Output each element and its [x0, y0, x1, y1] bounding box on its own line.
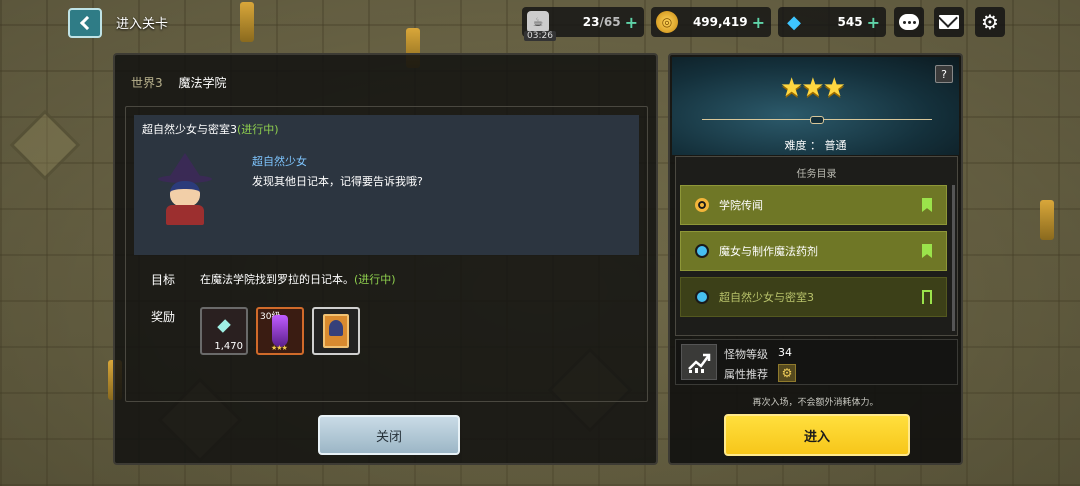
bookmark-outline-icon	[922, 290, 932, 304]
reward-item-weapon[interactable]: 30级 ★★★	[256, 307, 304, 355]
mission-scrollbar[interactable]	[952, 185, 955, 331]
mail-button[interactable]	[934, 7, 964, 37]
mission-list-title: 任务目录	[796, 169, 837, 180]
attribute-gear-icon[interactable]: ⚙	[778, 364, 796, 382]
help-button[interactable]: ?	[935, 65, 953, 83]
bookmark-icon	[922, 198, 932, 212]
weapon-icon	[272, 315, 288, 347]
page-title: 进入关卡	[116, 17, 169, 32]
bookmark-icon	[922, 244, 932, 258]
stamina-counter: ☕ 23/65 + 03:26	[522, 7, 644, 41]
reward-item-crystal[interactable]: 1,470	[200, 307, 248, 355]
add-gold-button[interactable]: +	[752, 13, 765, 32]
gold-value: 499,419	[692, 15, 748, 29]
quest-detail-box: 超自然少女与密室3(进行中) 超自然少女 发现其他日记本，记得要告诉我哦? 目标…	[125, 106, 648, 402]
chat-bubble-icon	[899, 14, 919, 30]
mission-label: 超自然少女与密室3	[719, 291, 814, 304]
target-icon	[695, 198, 709, 212]
add-stamina-button[interactable]: +	[625, 13, 638, 32]
monster-level-label: 怪物等级	[724, 348, 768, 361]
mission-item[interactable]: 学院传闻	[680, 185, 947, 225]
back-button[interactable]	[68, 8, 102, 38]
ornament-divider	[702, 116, 932, 124]
reward-list: 1,470 30级 ★★★	[200, 307, 360, 355]
reward-count: 1,470	[214, 341, 243, 352]
character-card-icon	[323, 314, 349, 348]
gem-counter: ◆ 545 +	[778, 7, 886, 37]
chat-button[interactable]	[894, 7, 924, 37]
chevron-left-icon	[79, 15, 95, 31]
coffee-cup-icon: ☕	[527, 11, 549, 33]
stamina-value: 23	[582, 15, 600, 29]
stage-entry-panel: ? ★★★ 难度 ： 普通 任务目录 学院传闻 魔女与制作魔法药剂 超自然少女与…	[668, 53, 963, 465]
quest-dialogue-strip: 超自然少女与密室3(进行中) 超自然少女 发现其他日记本，记得要告诉我哦?	[134, 115, 639, 255]
stage-rating-stars: ★★★	[780, 73, 846, 103]
dialogue-line: 发现其他日记本，记得要告诉我哦?	[252, 175, 423, 188]
mission-label: 学院传闻	[719, 199, 763, 212]
stamina-timer: 03:26	[524, 31, 556, 41]
settings-button[interactable]: ⚙	[975, 7, 1005, 37]
attribute-label: 属性推荐	[724, 368, 768, 381]
mission-item[interactable]: 魔女与制作魔法药剂	[680, 231, 947, 271]
quest-status: (进行中)	[237, 123, 279, 136]
crystal-icon	[217, 319, 231, 333]
gem-value: 545	[837, 15, 863, 29]
monster-level-value: 34	[778, 346, 792, 359]
stage-name: 魔法学院	[178, 76, 227, 90]
speaker-name: 超自然少女	[252, 155, 307, 168]
world-label: 世界3	[131, 76, 163, 90]
goal-description: 在魔法学院找到罗拉的日记本。	[200, 273, 354, 286]
diamond-icon: ◆	[787, 11, 801, 33]
close-button[interactable]: 关闭	[318, 415, 460, 455]
reward-item-card[interactable]	[312, 307, 360, 355]
mission-label: 魔女与制作魔法药剂	[719, 245, 818, 258]
goal-label: 目标	[151, 273, 176, 287]
enter-button[interactable]: 进入	[724, 414, 910, 456]
mission-list: 任务目录 学院传闻 魔女与制作魔法药剂 超自然少女与密室3	[675, 156, 958, 336]
coin-icon: ◎	[656, 11, 678, 33]
blue-dot-icon	[695, 244, 709, 258]
gear-icon: ⚙	[981, 10, 999, 34]
difficulty-label: 难度 ： 普通	[784, 139, 847, 152]
quest-title: 超自然少女与密室3(进行中)	[142, 121, 279, 137]
witch-portrait	[156, 153, 214, 227]
goal-text: 在魔法学院找到罗拉的日记本。(进行中)	[200, 271, 396, 287]
quest-title-text: 超自然少女与密室3	[142, 123, 237, 136]
stamina-max: /65	[599, 15, 621, 29]
stage-stats: 怪物等级 34 属性推荐 ⚙	[675, 339, 958, 385]
reward-label: 奖励	[151, 310, 176, 324]
blue-dot-icon	[695, 290, 709, 304]
reward-stars: ★★★	[271, 344, 288, 352]
reentry-note: 再次入场，不会额外消耗体力。	[752, 398, 879, 408]
mail-icon	[939, 15, 959, 29]
goal-status: (进行中)	[354, 273, 396, 286]
add-gem-button[interactable]: +	[867, 13, 880, 32]
stage-info-dialog: 世界3 魔法学院 超自然少女与密室3(进行中) 超自然少女 发现其他日记本，记得…	[113, 53, 658, 465]
gold-counter: ◎ 499,419 +	[651, 7, 771, 37]
trend-chart-icon	[681, 344, 717, 380]
mission-item[interactable]: 超自然少女与密室3	[680, 277, 947, 317]
stage-header: 世界3 魔法学院	[131, 74, 226, 91]
stage-banner: ? ★★★ 难度 ： 普通	[672, 57, 959, 155]
